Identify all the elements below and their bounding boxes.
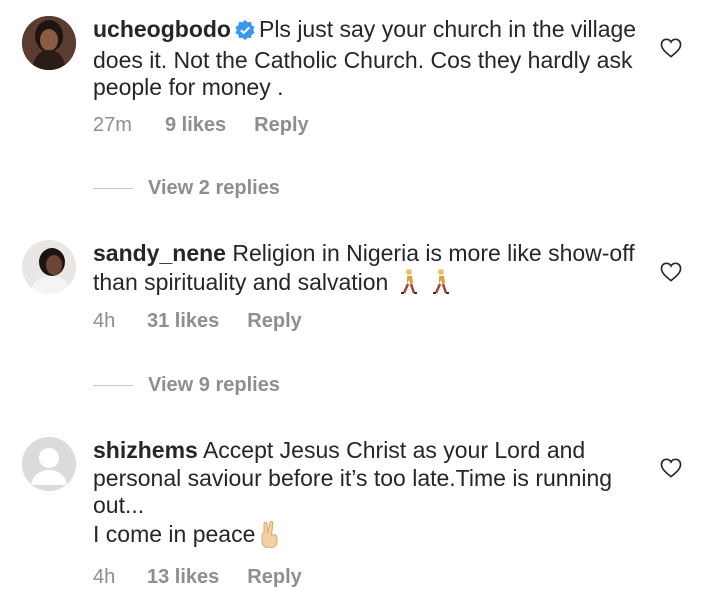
comment-meta: 4h 31 likes Reply [93,310,302,333]
avatar[interactable] [22,240,76,294]
comment-username[interactable]: ucheogbodo [93,16,231,42]
comment-text: shizhems Accept Jesus Christ as your Lor… [93,437,643,554]
comment-time: 27m [93,114,132,136]
like-heart-icon[interactable] [660,38,682,58]
comment-meta: 4h 13 likes Reply [93,566,302,589]
view-replies-label: View 9 replies [148,374,280,396]
like-heart-icon[interactable] [660,458,682,478]
comment-body-line-2: I come in peace [93,520,256,547]
view-replies-label: View 2 replies [148,177,280,199]
comment-likes[interactable]: 31 likes [147,310,219,333]
view-replies-button[interactable]: View 9 replies [93,374,280,397]
avatar[interactable] [22,437,76,491]
comment-username[interactable]: shizhems [93,437,198,463]
comment-meta: 27m 9 likes Reply [93,114,309,137]
reply-button[interactable]: Reply [247,310,301,333]
comment-text: sandy_nene Religion in Nigeria is more l… [93,240,643,300]
comment-time: 4h [93,310,116,332]
comment-text: ucheogbodo Pls just say your church in th… [93,16,643,102]
person-walking-emoji-icon [398,268,420,301]
reply-button[interactable]: Reply [254,114,308,137]
like-heart-icon[interactable] [660,262,682,282]
victory-hand-emoji-icon [257,520,283,555]
divider-line [93,188,133,189]
comment-likes[interactable]: 9 likes [165,114,226,137]
comment-likes[interactable]: 13 likes [147,566,219,589]
person-walking-emoji-icon [430,268,452,301]
verified-badge-icon [235,19,255,47]
divider-line [93,385,133,386]
comment-time: 4h [93,566,116,588]
comment-username[interactable]: sandy_nene [93,240,226,266]
avatar[interactable] [22,16,76,70]
reply-button[interactable]: Reply [247,566,301,589]
view-replies-button[interactable]: View 2 replies [93,177,280,200]
